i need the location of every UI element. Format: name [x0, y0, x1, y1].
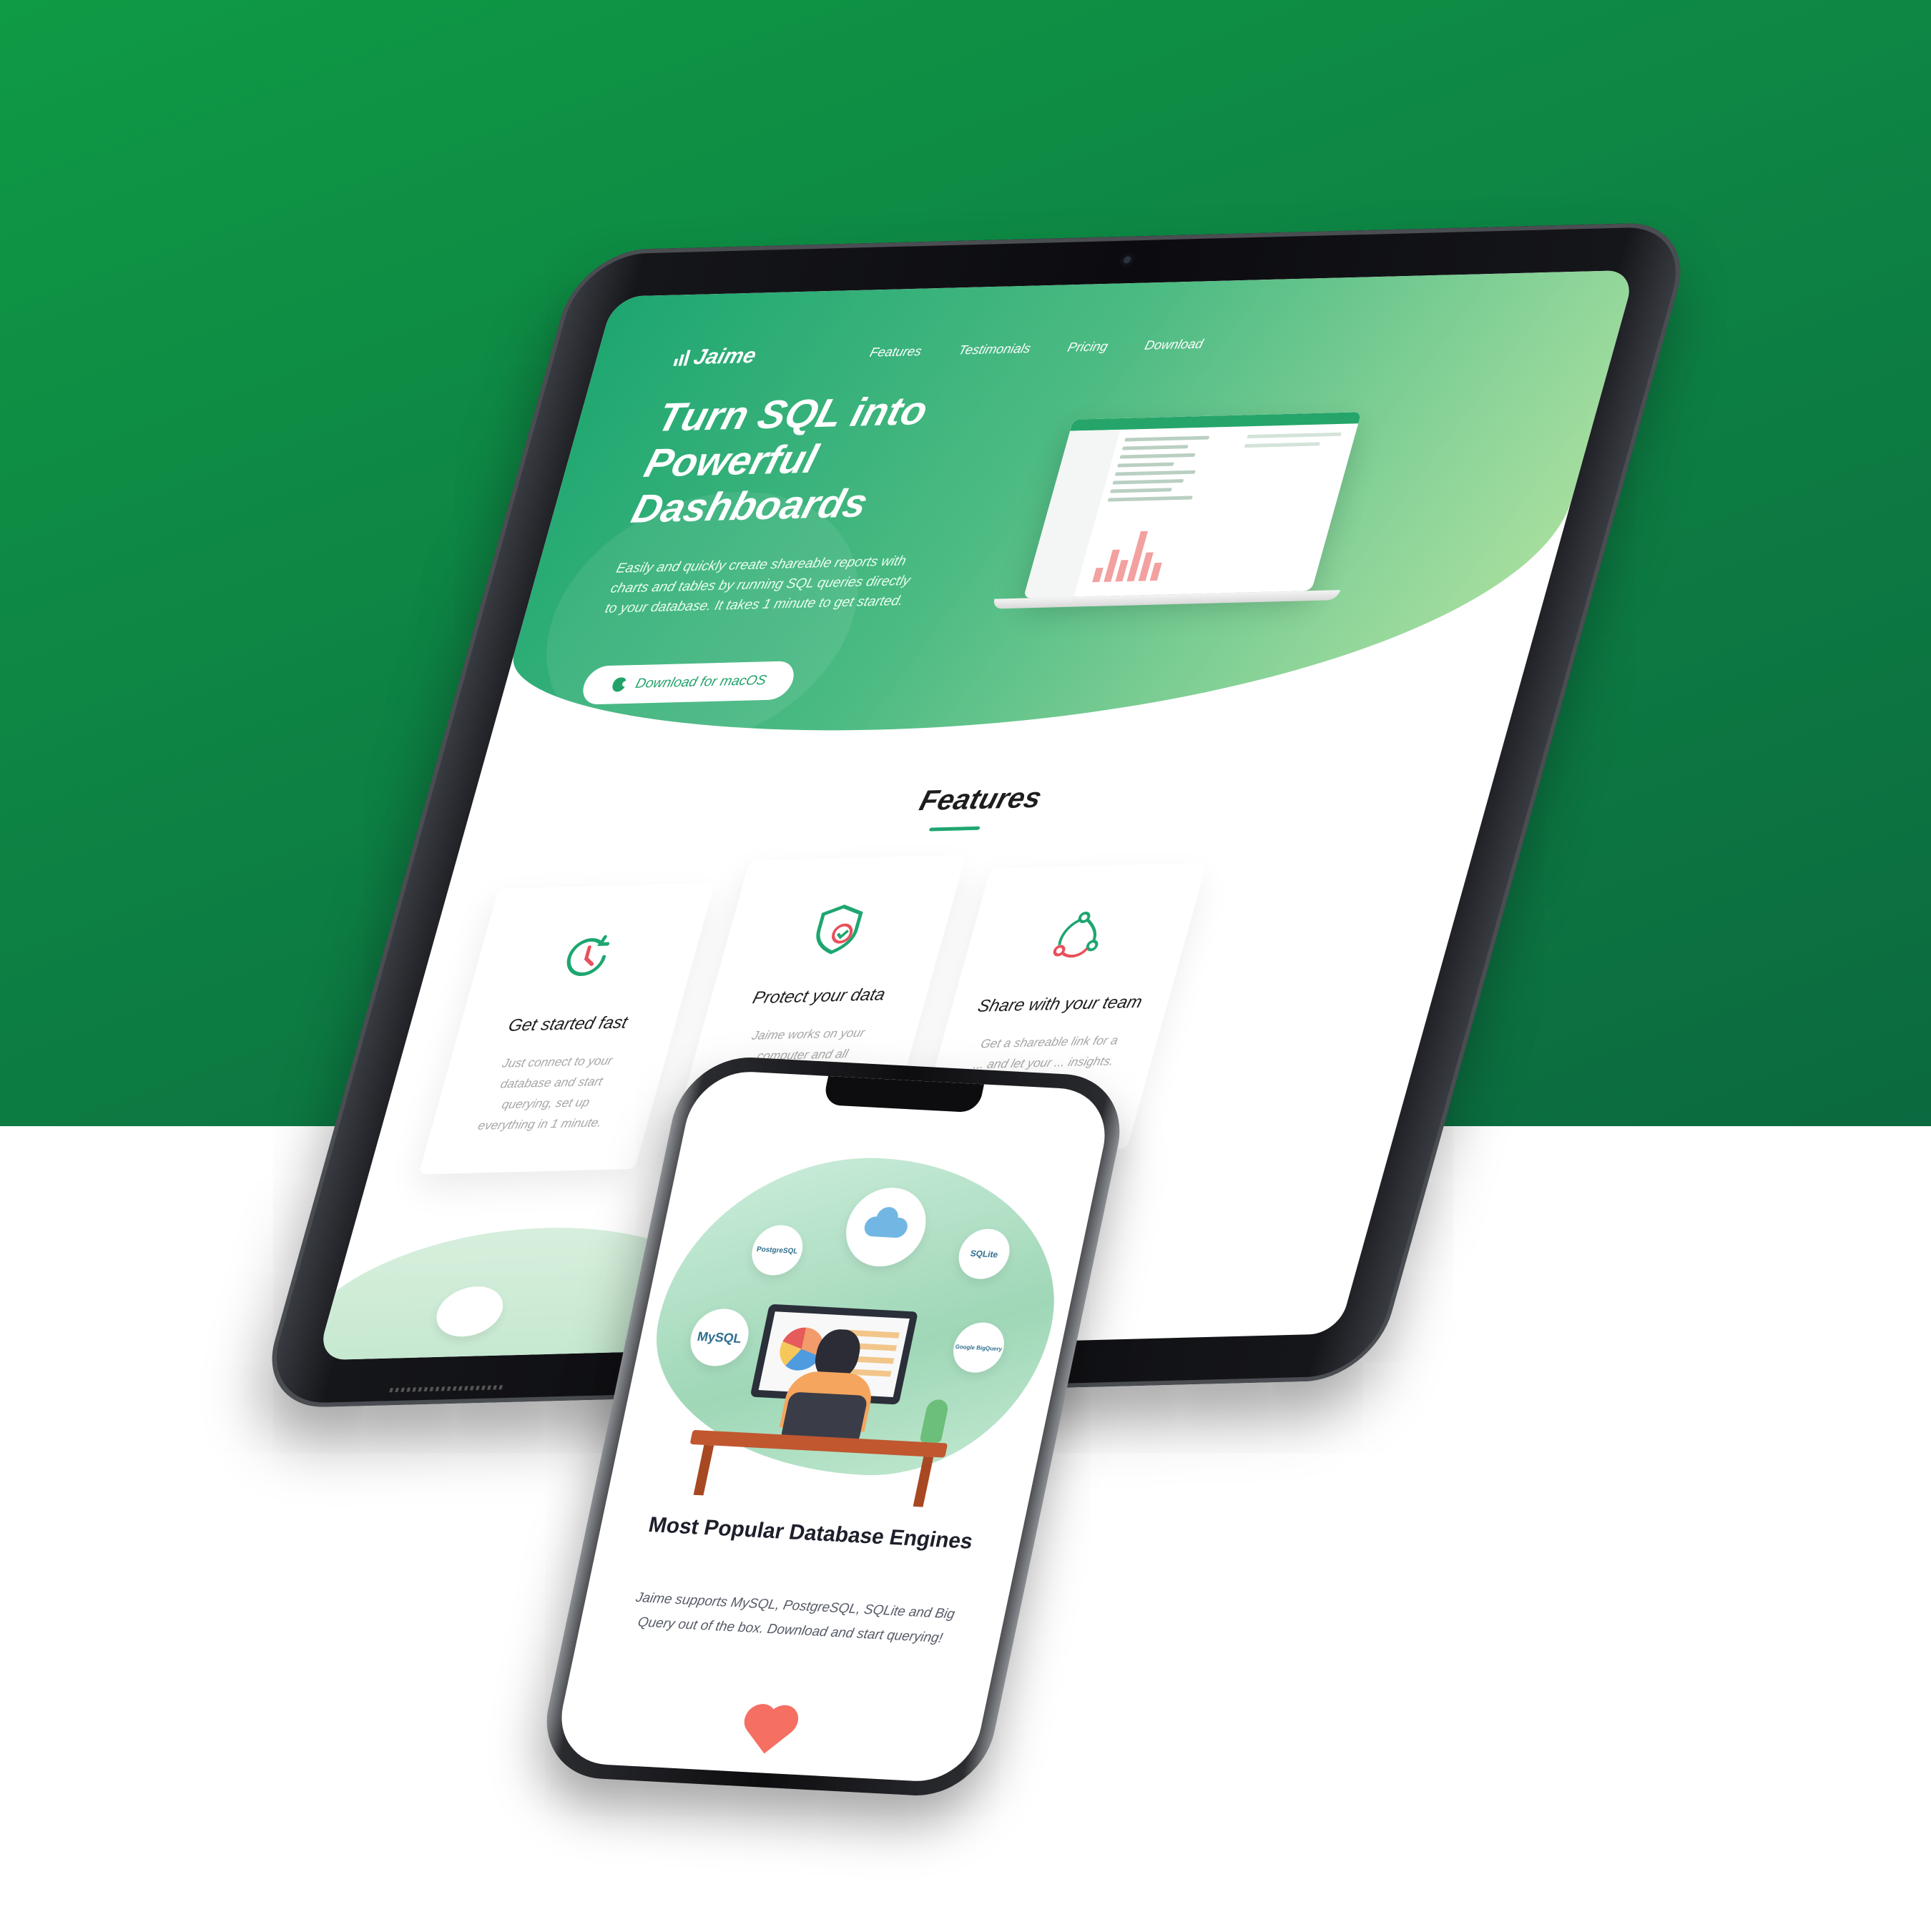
laptop-results	[1242, 432, 1342, 453]
hero-title: Turn SQL into Powerful Dashboards	[627, 388, 933, 531]
bigquery-logo: Google BigQuery	[954, 1343, 1003, 1352]
features-underline	[928, 826, 981, 832]
nav-link-features[interactable]: Features	[868, 344, 923, 360]
clock-refresh-icon	[566, 935, 610, 976]
nav-link-testimonials[interactable]: Testimonials	[957, 341, 1033, 358]
nav-link-download[interactable]: Download	[1143, 337, 1204, 353]
logo-text: Jaime	[691, 344, 760, 370]
section-body: Jaime supports MySQL, PostgreSQL, SQLite…	[634, 1590, 957, 1646]
heart-icon	[747, 1709, 791, 1754]
feature-title: Share with your team	[976, 992, 1145, 1016]
features-heading: Features	[915, 782, 1046, 817]
laptop-bar-chart	[1092, 523, 1209, 583]
feature-title: Get started fast	[506, 1012, 630, 1035]
nav-logo[interactable]: Jaime	[672, 344, 759, 370]
sqlite-logo: SQLite	[969, 1248, 999, 1260]
download-macos-button[interactable]: Download for macOS	[578, 661, 799, 705]
share-link-icon	[1053, 911, 1099, 958]
apple-icon	[610, 677, 628, 692]
feature-title: Protect your data	[750, 985, 888, 1008]
mysql-logo: MySQL	[696, 1329, 743, 1346]
download-button-label: Download for macOS	[634, 673, 769, 691]
shield-check-icon	[816, 905, 863, 955]
section-title: Most Popular Database Engines	[646, 1512, 976, 1554]
postgresql-logo: PostgreSQL	[755, 1245, 799, 1256]
hero-subtitle: Easily and quickly create shareable repo…	[603, 553, 913, 616]
nav-link-pricing[interactable]: Pricing	[1066, 339, 1110, 355]
laptop-code-lines	[1106, 435, 1219, 506]
desk-leg	[693, 1444, 714, 1496]
feature-body: Just connect to your database and start …	[476, 1053, 614, 1133]
laptop-mockup	[1023, 412, 1362, 598]
cloud-icon	[863, 1216, 910, 1238]
feature-body: Get a shareable link for a ... and let y…	[971, 1033, 1120, 1072]
